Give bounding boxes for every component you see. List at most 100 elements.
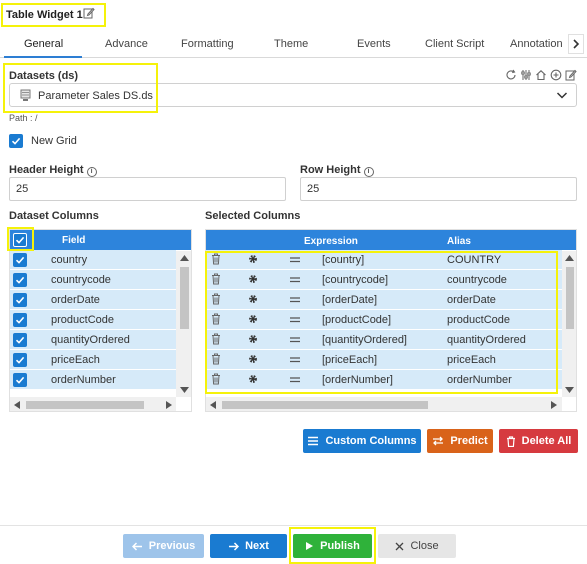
predict-button[interactable]: Predict	[427, 429, 493, 453]
tab-advance[interactable]: Advance	[105, 38, 148, 50]
row-checkbox[interactable]	[13, 293, 27, 307]
active-tab-indicator	[4, 56, 82, 58]
trash-icon[interactable]	[211, 313, 221, 328]
table-row[interactable]: priceEach	[10, 350, 176, 370]
alias-cell: quantityOrdered	[447, 334, 526, 346]
header-height-input[interactable]: 25	[9, 177, 286, 201]
row-checkbox[interactable]	[13, 313, 27, 327]
gear-icon[interactable]	[248, 354, 258, 367]
table-row[interactable]: [quantityOrdered] quantityOrdered	[206, 330, 562, 350]
next-button[interactable]: Next	[210, 534, 287, 558]
tab-client-script[interactable]: Client Script	[425, 38, 484, 50]
row-checkbox[interactable]	[13, 253, 27, 267]
table-row[interactable]: [orderDate] orderDate	[206, 290, 562, 310]
home-icon[interactable]	[535, 69, 547, 81]
field-name: priceEach	[51, 354, 100, 366]
gear-icon[interactable]	[248, 254, 258, 267]
table-row[interactable]: country	[10, 250, 176, 270]
dataset-toolbar	[505, 69, 577, 81]
vertical-scrollbar[interactable]	[562, 251, 576, 397]
new-grid-checkbox[interactable]	[9, 134, 23, 148]
custom-columns-button[interactable]: Custom Columns	[303, 429, 421, 453]
chevron-down-icon[interactable]	[556, 90, 568, 103]
tab-general[interactable]: General	[24, 38, 63, 50]
table-row[interactable]: productCode	[10, 310, 176, 330]
delete-all-button[interactable]: Delete All	[499, 429, 578, 453]
table-row[interactable]: [countrycode] countrycode	[206, 270, 562, 290]
dataset-columns-grid: Field country countrycode orderDate product…	[9, 229, 192, 412]
selected-columns-grid: Expression Alias [country] COUNTRY [countr…	[205, 229, 577, 412]
expression-cell: [orderDate]	[322, 294, 378, 306]
table-row[interactable]: orderDate	[10, 290, 176, 310]
alias-cell: productCode	[447, 314, 510, 326]
arrow-left-icon	[131, 541, 142, 551]
trash-icon[interactable]	[211, 273, 221, 288]
field-name: country	[51, 254, 88, 266]
tab-formatting[interactable]: Formatting	[181, 38, 234, 50]
title-bar: Table Widget 1	[0, 0, 587, 30]
trash-icon[interactable]	[211, 333, 221, 348]
previous-button[interactable]: Previous	[123, 534, 204, 558]
database-icon	[20, 89, 31, 105]
close-button[interactable]: Close	[378, 534, 456, 558]
field-name: quantityOrdered	[51, 334, 130, 346]
trash-icon[interactable]	[211, 353, 221, 368]
drag-handle-icon[interactable]	[290, 355, 300, 367]
tab-bar: General Advance Formatting Theme Events …	[0, 31, 587, 58]
drag-handle-icon[interactable]	[290, 335, 300, 347]
dataset-columns-label: Dataset Columns	[9, 210, 99, 222]
row-checkbox[interactable]	[13, 373, 27, 387]
gear-icon[interactable]	[248, 334, 258, 347]
horizontal-scrollbar[interactable]	[10, 397, 176, 411]
tab-annotation[interactable]: Annotation	[510, 38, 563, 50]
expression-column-header: Expression	[304, 236, 358, 247]
dataset-columns-header: Field	[10, 230, 191, 250]
refresh-icon[interactable]	[505, 69, 517, 81]
field-name: orderDate	[51, 294, 100, 306]
info-icon: i	[86, 167, 97, 177]
alias-cell: orderNumber	[447, 374, 512, 386]
tab-scroll-right-icon[interactable]	[568, 34, 584, 54]
gear-icon[interactable]	[248, 274, 258, 287]
trash-icon[interactable]	[211, 373, 221, 388]
alias-cell: orderDate	[447, 294, 496, 306]
select-all-checkbox[interactable]	[13, 233, 27, 247]
drag-handle-icon[interactable]	[290, 255, 300, 267]
table-row[interactable]: orderNumber	[10, 370, 176, 390]
drag-handle-icon[interactable]	[290, 275, 300, 287]
publish-button[interactable]: Publish	[293, 534, 372, 558]
dataset-select[interactable]: Parameter Sales DS.ds	[9, 83, 577, 107]
drag-handle-icon[interactable]	[290, 295, 300, 307]
table-row[interactable]: [orderNumber] orderNumber	[206, 370, 562, 390]
gear-icon[interactable]	[248, 314, 258, 327]
trash-icon[interactable]	[211, 253, 221, 268]
swap-icon	[433, 436, 444, 446]
field-column-header: Field	[62, 235, 86, 246]
edit-title-icon[interactable]	[83, 7, 95, 19]
vertical-scrollbar[interactable]	[176, 251, 191, 397]
gear-icon[interactable]	[248, 374, 258, 387]
alias-cell: countrycode	[447, 274, 507, 286]
row-checkbox[interactable]	[13, 353, 27, 367]
row-checkbox[interactable]	[13, 333, 27, 347]
table-row[interactable]: [productCode] productCode	[206, 310, 562, 330]
trash-icon	[506, 435, 515, 447]
filter-settings-icon[interactable]	[520, 69, 532, 81]
row-checkbox[interactable]	[13, 273, 27, 287]
table-row[interactable]: [priceEach] priceEach	[206, 350, 562, 370]
row-height-input[interactable]: 25	[300, 177, 577, 201]
add-icon[interactable]	[550, 69, 562, 81]
table-row[interactable]: countrycode	[10, 270, 176, 290]
tab-events[interactable]: Events	[357, 38, 391, 50]
drag-handle-icon[interactable]	[290, 315, 300, 327]
edit-dataset-icon[interactable]	[565, 69, 577, 81]
table-row[interactable]: quantityOrdered	[10, 330, 176, 350]
table-row[interactable]: [country] COUNTRY	[206, 250, 562, 270]
trash-icon[interactable]	[211, 293, 221, 308]
horizontal-scrollbar[interactable]	[206, 397, 562, 411]
tab-theme[interactable]: Theme	[274, 38, 308, 50]
selected-columns-label: Selected Columns	[205, 210, 301, 222]
gear-icon[interactable]	[248, 294, 258, 307]
drag-handle-icon[interactable]	[290, 375, 300, 387]
alias-cell: priceEach	[447, 354, 496, 366]
